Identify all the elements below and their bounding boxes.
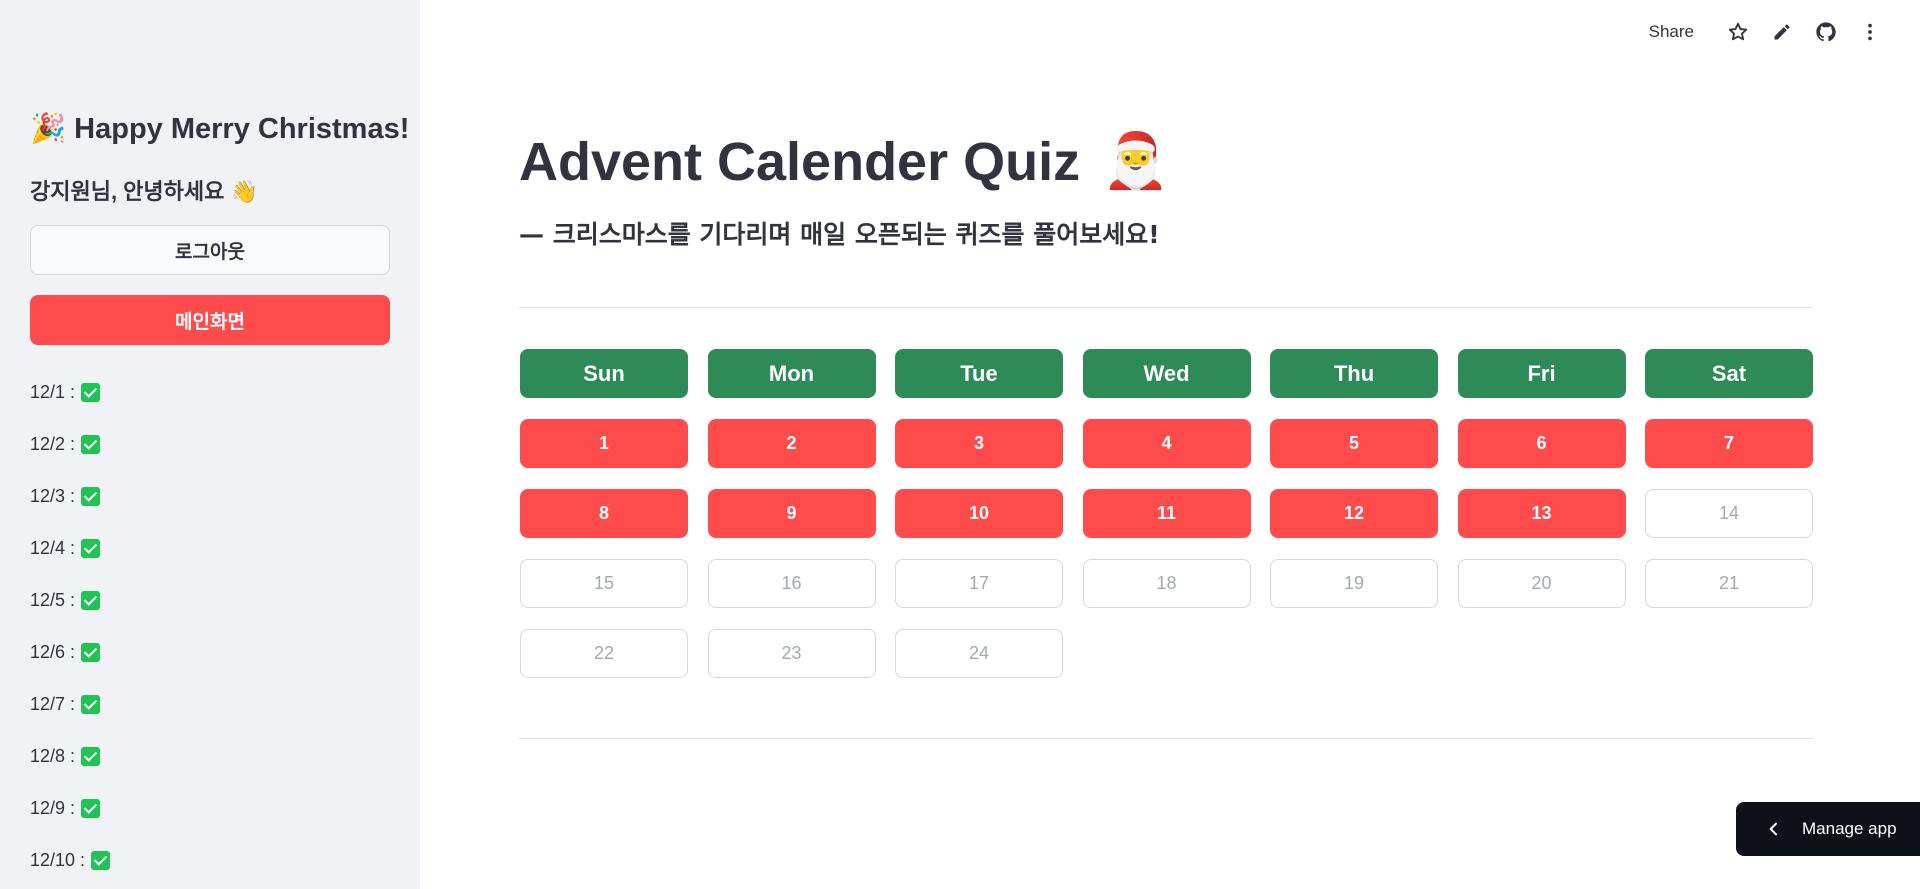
manage-app-button[interactable]: Manage app <box>1736 802 1920 856</box>
check-mark-icon <box>81 746 101 766</box>
day-button-15[interactable]: 15 <box>520 559 688 608</box>
progress-item: 12/1 : <box>30 366 110 418</box>
day-button-23[interactable]: 23 <box>707 629 876 678</box>
star-icon[interactable] <box>1716 10 1760 54</box>
sidebar-title: 🎉 Happy Merry Christmas! <box>30 113 410 145</box>
check-mark-icon <box>81 382 101 402</box>
day-button-2[interactable]: 2 <box>707 419 876 468</box>
page-subtitle: — 크리스마스를 기다리며 매일 오픈되는 퀴즈를 풀어보세요! <box>519 220 1160 249</box>
progress-date: 12/6 : <box>30 641 76 662</box>
day-button-24[interactable]: 24 <box>895 629 1063 678</box>
day-button-5[interactable]: 5 <box>1270 419 1438 468</box>
progress-item: 12/7 : <box>30 678 110 730</box>
logout-button[interactable]: 로그아웃 <box>30 225 390 275</box>
progress-date: 12/10 : <box>30 849 86 870</box>
main-screen-button[interactable]: 메인화면 <box>30 295 390 345</box>
weekday-header-tue: Tue <box>895 349 1063 398</box>
progress-item: 12/3 : <box>30 470 110 522</box>
day-button-22[interactable]: 22 <box>520 629 688 678</box>
more-vertical-icon[interactable] <box>1848 10 1892 54</box>
progress-item: 12/8 : <box>30 730 110 782</box>
progress-date: 12/9 : <box>30 797 76 818</box>
weekday-header-mon: Mon <box>707 349 876 398</box>
advent-calendar: Sun Mon Tue Wed Thu Fri Sat 1 2 3 4 5 6 7 8 9 10 11 12 13 14… <box>520 349 1813 678</box>
progress-item: 12/5 : <box>30 574 110 626</box>
pencil-icon[interactable] <box>1760 10 1804 54</box>
day-button-12[interactable]: 12 <box>1270 489 1438 538</box>
check-mark-icon <box>81 694 101 714</box>
progress-date: 12/7 : <box>30 693 76 714</box>
divider-top <box>519 307 1813 308</box>
day-button-16[interactable]: 16 <box>707 559 876 608</box>
day-button-10[interactable]: 10 <box>895 489 1063 538</box>
toolbar: Share <box>1649 0 1920 64</box>
greeting-text: 강지원님, 안녕하세요 👋 <box>30 179 258 204</box>
day-button-13[interactable]: 13 <box>1457 489 1626 538</box>
day-button-17[interactable]: 17 <box>895 559 1063 608</box>
divider-bottom <box>519 738 1813 739</box>
check-mark-icon <box>81 642 101 662</box>
progress-item: 12/10 : <box>30 834 111 886</box>
day-button-11[interactable]: 11 <box>1082 489 1251 538</box>
day-button-19[interactable]: 19 <box>1270 559 1438 608</box>
day-button-4[interactable]: 4 <box>1082 419 1251 468</box>
day-button-8[interactable]: 8 <box>520 489 688 538</box>
check-mark-icon <box>81 434 101 454</box>
progress-date: 12/2 : <box>30 433 76 454</box>
progress-date: 12/4 : <box>30 537 76 558</box>
progress-date: 12/1 : <box>30 381 76 402</box>
progress-date: 12/5 : <box>30 589 76 610</box>
sidebar: 🎉 Happy Merry Christmas! 강지원님, 안녕하세요 👋 로… <box>0 0 420 889</box>
check-mark-icon <box>81 486 101 506</box>
weekday-header-wed: Wed <box>1082 349 1251 398</box>
chevron-left-icon <box>1769 822 1777 836</box>
day-button-20[interactable]: 20 <box>1457 559 1626 608</box>
progress-item: 12/6 : <box>30 626 110 678</box>
github-icon[interactable] <box>1804 10 1848 54</box>
check-mark-icon <box>81 798 101 818</box>
progress-list: 12/1 : 12/2 : 12/3 : 12/4 : 12/5 : 12/6 : 12/7… <box>30 366 111 886</box>
day-button-18[interactable]: 18 <box>1082 559 1251 608</box>
weekday-header-sun: Sun <box>520 349 688 398</box>
day-button-7[interactable]: 7 <box>1645 419 1813 468</box>
weekday-header-thu: Thu <box>1270 349 1438 398</box>
progress-item: 12/2 : <box>30 418 110 470</box>
day-button-9[interactable]: 9 <box>707 489 876 538</box>
day-button-21[interactable]: 21 <box>1645 559 1813 608</box>
day-button-3[interactable]: 3 <box>895 419 1063 468</box>
progress-item: 12/4 : <box>30 522 110 574</box>
page-title: Advent Calender Quiz 🎅 <box>519 130 1169 193</box>
manage-app-label: Manage app <box>1802 819 1897 838</box>
day-button-1[interactable]: 1 <box>520 419 688 468</box>
check-mark-icon <box>81 538 101 558</box>
weekday-header-sat: Sat <box>1645 349 1813 398</box>
day-button-6[interactable]: 6 <box>1457 419 1626 468</box>
santa-emoji: 🎅 <box>1102 131 1170 191</box>
check-mark-icon <box>81 590 101 610</box>
page-title-text: Advent Calender Quiz <box>519 131 1081 192</box>
progress-date: 12/3 : <box>30 485 76 506</box>
weekday-header-fri: Fri <box>1457 349 1626 398</box>
progress-item: 12/9 : <box>30 782 110 834</box>
check-mark-icon <box>91 850 111 870</box>
day-button-14[interactable]: 14 <box>1645 489 1813 538</box>
share-button[interactable]: Share <box>1649 22 1694 42</box>
progress-date: 12/8 : <box>30 745 76 766</box>
